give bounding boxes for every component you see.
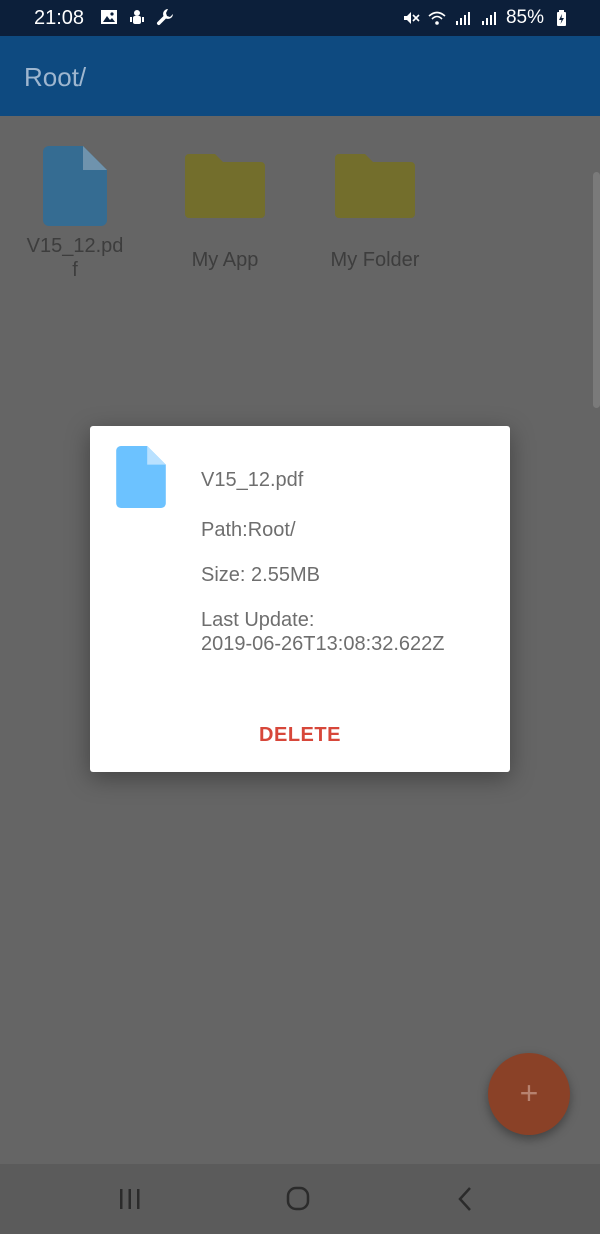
dialog-last-update-value: 2019-06-26T13:08:32.622Z <box>201 633 445 655</box>
navigation-bar <box>0 1164 600 1234</box>
app-bar: Root/ <box>0 36 600 116</box>
scrollbar[interactable] <box>593 172 600 408</box>
folder-icon <box>335 154 415 218</box>
grid-item-folder-my-app[interactable]: My App <box>155 146 295 276</box>
status-time: 21:08 <box>34 7 85 29</box>
grid-item-folder-my-folder[interactable]: My Folder <box>305 146 445 276</box>
back-icon[interactable] <box>450 1184 482 1214</box>
grid-item-label: V15_12.pd f <box>26 235 124 281</box>
dialog-last-update-label: Last Update: <box>201 609 315 631</box>
add-icon: + <box>519 1075 539 1111</box>
mute-icon <box>403 12 420 24</box>
file-icon <box>116 446 166 508</box>
dialog-size: Size: 2.55MB <box>201 564 320 586</box>
dialog-file-name: V15_12.pdf <box>201 469 304 491</box>
battery-charging-icon <box>557 10 566 26</box>
app-title: Root/ <box>24 62 87 92</box>
recent-apps-icon[interactable] <box>114 1184 146 1214</box>
grid-item-label: My Folder <box>330 249 420 271</box>
wrench-icon <box>156 8 174 26</box>
grid-item-file[interactable]: V15_12.pd f <box>5 146 145 296</box>
battery-percent: 85% <box>505 7 544 28</box>
add-button[interactable]: + <box>488 1053 570 1135</box>
status-right: 85% <box>402 7 570 29</box>
dialog-path: Path:Root/ <box>201 519 296 541</box>
home-icon[interactable] <box>282 1184 314 1214</box>
status-bar: 21:08 85% <box>0 0 600 36</box>
folder-icon <box>185 154 265 218</box>
signal-icon <box>455 12 470 25</box>
grid-item-label: My App <box>191 249 259 271</box>
wifi-icon <box>428 11 446 25</box>
android-debug-icon <box>128 8 146 26</box>
file-icon <box>43 146 107 226</box>
delete-button[interactable]: DELETE <box>90 724 510 747</box>
image-icon <box>100 8 118 26</box>
file-info-dialog: V15_12.pdf Path:Root/ Size: 2.55MB Last … <box>90 426 510 772</box>
signal-roaming-icon <box>481 12 496 25</box>
status-left-icons <box>100 8 174 26</box>
